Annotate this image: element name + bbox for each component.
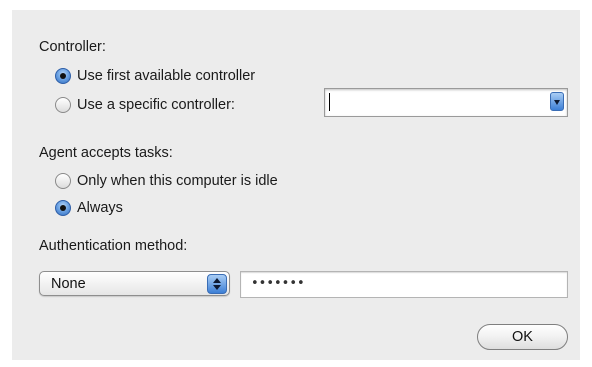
- specific-controller-combobox[interactable]: [324, 88, 568, 117]
- password-masked-value: •••••••: [251, 276, 305, 291]
- controller-label: Controller:: [39, 39, 106, 55]
- text-cursor: [329, 93, 330, 111]
- authentication-method-label: Authentication method:: [39, 238, 188, 254]
- radio-always[interactable]: [55, 200, 71, 216]
- ok-button[interactable]: OK: [477, 324, 568, 350]
- agent-tasks-label: Agent accepts tasks:: [39, 145, 173, 161]
- chevron-down-icon[interactable]: [550, 92, 564, 111]
- radio-selected-dot-icon: [60, 205, 66, 211]
- chevron-up-icon: [213, 278, 221, 283]
- authentication-method-popup[interactable]: None: [39, 271, 230, 296]
- authentication-method-value: None: [51, 276, 86, 292]
- chevron-down-icon: [213, 285, 221, 290]
- radio-first-available[interactable]: [55, 68, 71, 84]
- password-field[interactable]: •••••••: [240, 271, 568, 298]
- radio-specific-controller-label[interactable]: Use a specific controller:: [77, 96, 235, 114]
- radio-first-available-label[interactable]: Use first available controller: [77, 67, 255, 85]
- radio-only-when-idle-label[interactable]: Only when this computer is idle: [77, 172, 278, 190]
- radio-selected-dot-icon: [60, 73, 66, 79]
- radio-specific-controller[interactable]: [55, 97, 71, 113]
- radio-only-when-idle[interactable]: [55, 173, 71, 189]
- radio-always-label[interactable]: Always: [77, 199, 123, 217]
- popup-arrows-icon: [207, 274, 227, 294]
